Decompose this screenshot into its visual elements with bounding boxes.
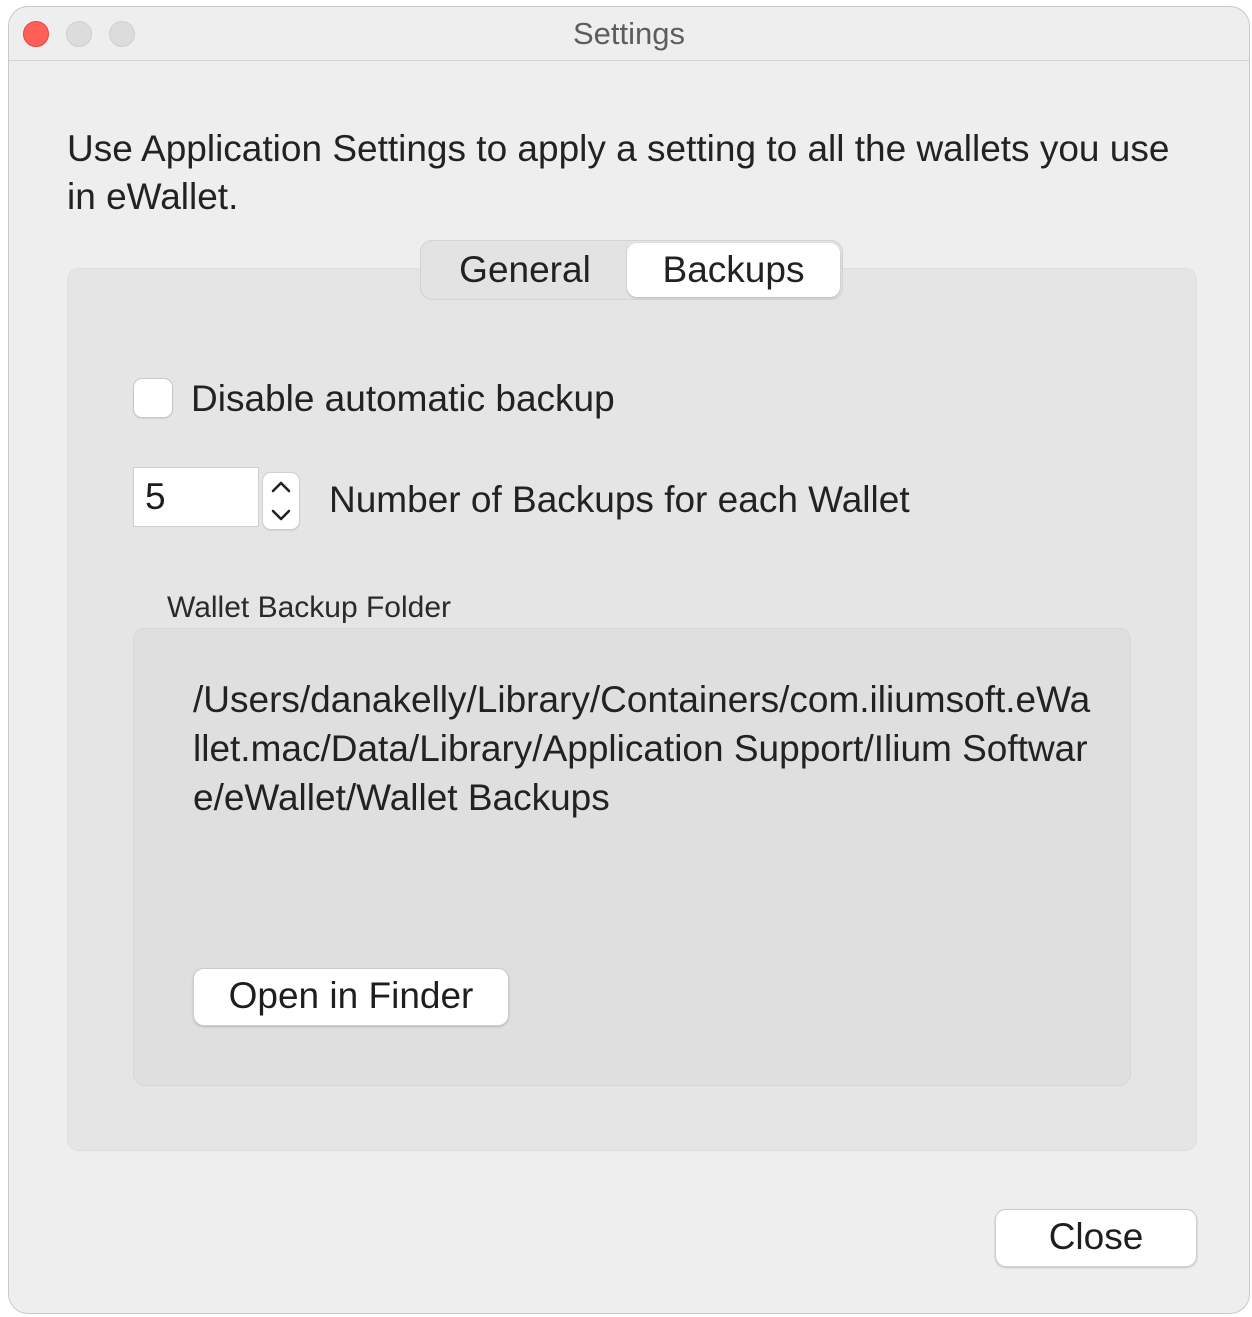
backup-count-field[interactable]: 5 [133,467,259,527]
title-bar[interactable]: Settings [9,7,1249,61]
tab-backups[interactable]: Backups [627,243,840,297]
open-in-finder-button[interactable]: Open in Finder [193,968,509,1026]
disable-backup-checkbox[interactable] [133,378,173,418]
chevron-up-icon[interactable] [263,473,299,501]
backup-folder-path: /Users/danakelly/Library/Containers/com.… [193,679,1091,818]
close-button[interactable]: Close [995,1209,1197,1267]
tab-general[interactable]: General [423,243,627,297]
tab-selector: General Backups [420,240,843,300]
window-title: Settings [572,16,685,51]
backup-count-stepper[interactable] [262,472,300,530]
settings-window: Settings Use Application Settings to app… [8,6,1250,1314]
disable-backup-label[interactable]: Disable automatic backup [191,377,615,421]
intro-text: Use Application Settings to apply a sett… [67,128,1170,217]
backup-folder-group-label: Wallet Backup Folder [167,591,452,624]
backup-count-label: Number of Backups for each Wallet [329,479,910,520]
chevron-down-icon[interactable] [263,501,299,529]
